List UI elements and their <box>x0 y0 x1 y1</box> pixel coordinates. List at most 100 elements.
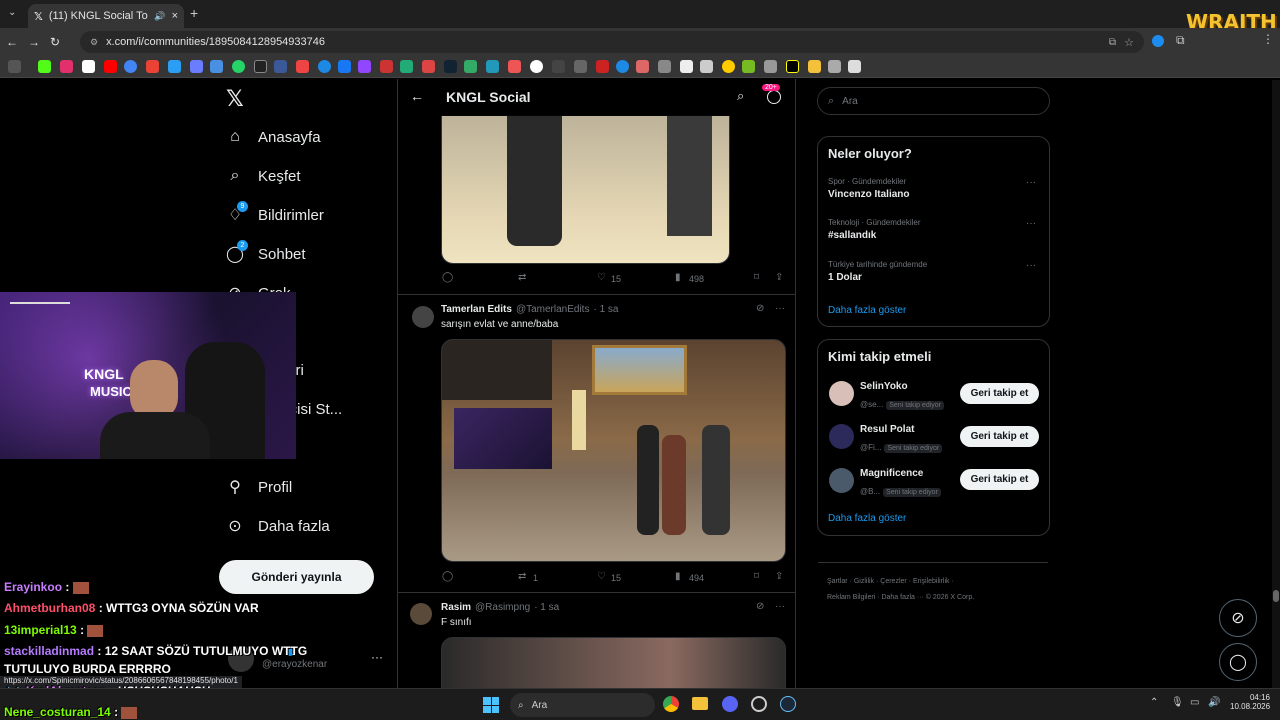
bookmark-icon-28[interactable] <box>636 60 649 73</box>
account-more-icon[interactable]: ··· <box>371 650 383 664</box>
community-settings-icon[interactable] <box>767 90 781 104</box>
bookmark-post-icon[interactable]: ⌑ <box>754 571 759 582</box>
follow-back-button[interactable]: Geri takip et <box>960 469 1039 490</box>
bookmark-icon-18[interactable] <box>422 60 435 73</box>
bookmark-icon-32[interactable] <box>722 60 735 73</box>
follow-back-button[interactable]: Geri takip et <box>960 383 1039 404</box>
views-icon[interactable]: ▮ <box>675 272 681 283</box>
like-icon[interactable]: ♡ <box>597 272 606 283</box>
post-3-author-handle[interactable]: @Rasimpng <box>475 602 530 613</box>
follow-suggestion[interactable]: SelinYoko @se... Seni takip ediyor <box>860 381 945 412</box>
new-tab-button[interactable]: + <box>190 5 198 21</box>
views-icon[interactable]: ▮ <box>675 571 681 582</box>
address-bar[interactable]: ⚙ x.com/i/communities/189508412895493374… <box>80 31 1144 53</box>
post-2-author-handle[interactable]: @TamerlanEdits <box>516 304 590 315</box>
user-avatar[interactable] <box>829 381 854 406</box>
volume-icon[interactable]: 🔊 <box>1208 697 1220 708</box>
trends-show-more-link[interactable]: Daha fazla göster <box>828 305 906 316</box>
youtube-bookmark-icon[interactable] <box>104 60 117 73</box>
post-more-icon[interactable]: ··· <box>775 601 785 612</box>
bookmark-icon-12[interactable] <box>296 60 309 73</box>
explorer-taskbar-icon[interactable] <box>692 697 708 710</box>
community-search-icon[interactable]: ⌕ <box>737 88 744 104</box>
reply-icon[interactable]: ◯ <box>442 571 453 582</box>
reply-icon[interactable]: ◯ <box>442 272 453 283</box>
nav-home[interactable]: ⌂ Anasayfa <box>226 128 320 146</box>
footer-links-1[interactable]: Şartlar · Gizlilik · Çerezler · Erişileb… <box>827 578 954 585</box>
app-taskbar-icon[interactable] <box>751 696 767 712</box>
trend-more-icon[interactable]: ··· <box>1026 218 1036 229</box>
clock[interactable]: 04:16 10.08.2026 <box>1230 693 1270 711</box>
bookmark-icon-38[interactable] <box>848 60 861 73</box>
nav-more[interactable]: ⊙ Daha fazla <box>226 517 329 536</box>
user-avatar[interactable] <box>829 468 854 493</box>
bookmark-icon-21[interactable] <box>486 60 499 73</box>
chrome-taskbar-icon[interactable] <box>663 696 679 712</box>
trend-item[interactable]: Spor · Gündemdekiler Vincenzo Italiano ·… <box>828 177 1040 200</box>
tab-close-icon[interactable]: × <box>172 10 178 22</box>
discord-taskbar-icon[interactable] <box>722 696 738 712</box>
tab-search-icon[interactable]: ⌄ <box>8 7 16 18</box>
bookmark-icon-7[interactable] <box>190 60 203 73</box>
menu-icon[interactable]: ⋮ <box>1262 32 1274 46</box>
grok-float-icon[interactable]: ⊘ <box>1219 599 1257 637</box>
post-3-author-name[interactable]: Rasim <box>441 602 471 613</box>
search-box[interactable]: ⌕ Ara <box>817 87 1050 115</box>
bookmark-icon-8[interactable] <box>210 60 223 73</box>
nav-notifications[interactable]: ♢ 9 Bildirimler <box>226 201 324 224</box>
bookmark-icon-25[interactable] <box>574 60 587 73</box>
bookmark-icon-19[interactable] <box>444 60 457 73</box>
bookmark-icon-29[interactable] <box>658 60 671 73</box>
scrollbar-thumb[interactable] <box>1273 590 1279 602</box>
puzzle-icon[interactable]: ⧉ <box>1176 33 1185 48</box>
instagram-bookmark-icon[interactable] <box>60 60 73 73</box>
gmail-bookmark-icon[interactable] <box>146 60 159 73</box>
bookmark-icon-22[interactable] <box>508 60 521 73</box>
bookmark-icon-6[interactable] <box>168 60 181 73</box>
twitch-bookmark-icon[interactable] <box>358 60 371 73</box>
browser-tab[interactable]: 𝕏 (11) KNGL Social Topluluk / 🔊 × <box>28 4 184 28</box>
user-avatar[interactable] <box>829 424 854 449</box>
folder-bookmark-icon[interactable] <box>808 60 821 73</box>
repost-icon[interactable]: ⇄ <box>518 272 526 283</box>
bookmark-icon-10[interactable] <box>254 60 267 73</box>
follow-suggestion[interactable]: Magnificence @B... Seni takip ediyor <box>860 468 941 499</box>
post-2-author-name[interactable]: Tamerlan Edits <box>441 304 512 315</box>
bookmark-icon-13[interactable] <box>318 60 331 73</box>
bookmark-icon-11[interactable] <box>274 60 287 73</box>
bookmark-icon-31[interactable] <box>700 60 713 73</box>
post-more-icon[interactable]: ··· <box>775 303 785 314</box>
bookmark-icon-35[interactable] <box>786 60 799 73</box>
repost-icon[interactable]: ⇄ <box>518 571 526 582</box>
bookmark-post-icon[interactable]: ⌑ <box>754 272 759 283</box>
bookmark-icon-23[interactable] <box>530 60 543 73</box>
bookmark-icon-26[interactable] <box>596 60 609 73</box>
site-info-icon[interactable]: ⚙ <box>90 37 98 48</box>
forward-icon[interactable]: → <box>28 35 40 49</box>
messages-float-icon[interactable]: ◯ <box>1219 643 1257 681</box>
post-3-avatar[interactable] <box>410 603 432 625</box>
display-icon[interactable]: ▭ <box>1190 697 1199 708</box>
bookmark-icon-33[interactable] <box>742 60 755 73</box>
bookmark-icon-34[interactable] <box>764 60 777 73</box>
reload-icon[interactable]: ↻ <box>50 35 60 49</box>
follow-back-button[interactable]: Geri takip et <box>960 426 1039 447</box>
install-icon[interactable]: ⧉ <box>1109 37 1116 48</box>
apps-icon[interactable] <box>8 60 21 73</box>
share-icon[interactable]: ⇪ <box>775 272 783 283</box>
post-3-image[interactable] <box>441 637 786 688</box>
who-show-more-link[interactable]: Daha fazla göster <box>828 513 906 524</box>
bookmark-icon-16[interactable] <box>380 60 393 73</box>
x-bookmark-icon[interactable] <box>82 60 95 73</box>
bookmark-icon-37[interactable] <box>828 60 841 73</box>
taskbar-search[interactable]: ⌕ Ara <box>510 693 655 717</box>
nav-explore[interactable]: ⌕ Keşfet <box>226 167 301 185</box>
bookmark-icon-30[interactable] <box>680 60 693 73</box>
trend-item[interactable]: Türkiye tarihinde gündemde 1 Dolar ··· <box>828 260 1040 283</box>
back-icon[interactable]: ← <box>6 35 18 49</box>
trend-item[interactable]: Teknoloji · Gündemdekiler #sallandık ··· <box>828 218 1040 241</box>
post-2-time[interactable]: · 1 sa <box>593 304 618 315</box>
grok-explain-icon[interactable]: ⊘ <box>756 303 764 314</box>
star-icon[interactable]: ☆ <box>1124 36 1134 49</box>
bookmark-icon-24[interactable] <box>552 60 565 73</box>
